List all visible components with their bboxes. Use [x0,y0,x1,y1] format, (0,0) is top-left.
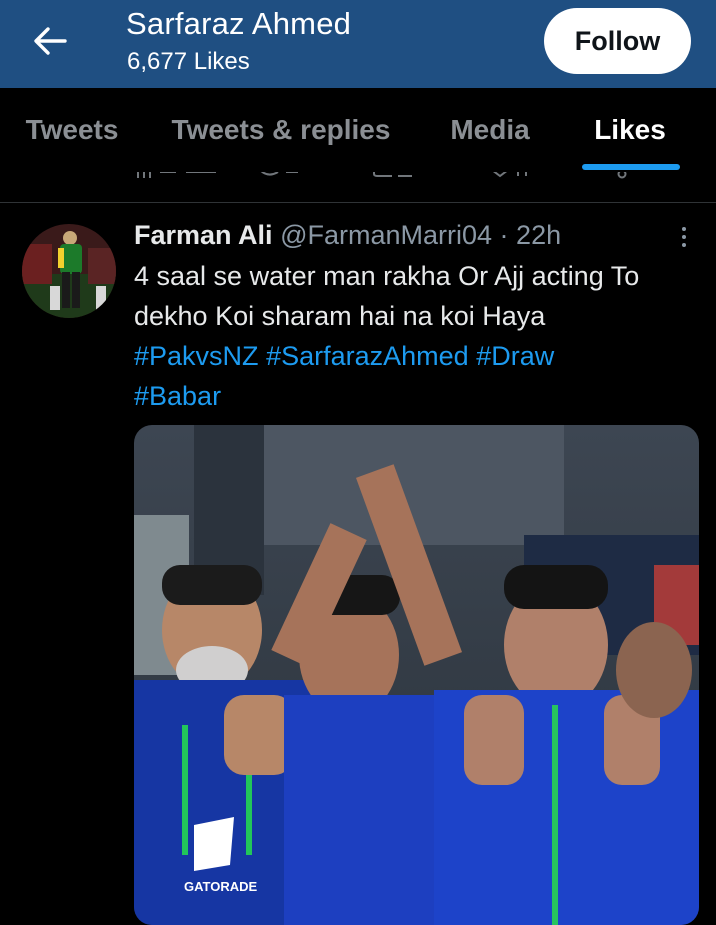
reply-icon [260,172,298,176]
retweet-icon [373,172,412,177]
hashtag-line: #PakvsNZ #SarfarazAhmed #Draw [134,336,704,376]
author-handle[interactable]: @FarmanMarri04 [280,220,492,250]
tab-tweets-and-replies[interactable]: Tweets & replies [162,88,400,172]
back-button[interactable] [28,22,72,60]
tab-likes[interactable]: Likes [590,88,670,172]
profile-name: Sarfaraz Ahmed [126,6,352,41]
author-name[interactable]: Farman Ali [134,220,273,250]
more-vertical-icon[interactable] [672,222,696,252]
tweet-photo[interactable]: GATORADE [134,425,699,925]
tweet-text-line: 4 saal se water man rakha Or Ajj acting … [134,261,640,291]
hashtag-sarfarazahmed[interactable]: #SarfarazAhmed [266,341,469,371]
profile-header: Sarfaraz Ahmed 6,677 Likes Follow [0,0,716,88]
active-tab-indicator [582,164,680,170]
gatorade-logo-text: GATORADE [184,879,258,894]
likes-count: 6,677 Likes [127,48,250,75]
header-separator: · [499,220,509,250]
profile-tabs: Tweets Tweets & replies Media Likes [0,88,716,172]
photo-illustration: GATORADE [134,425,699,925]
tweet-divider [0,202,716,203]
like-icon [493,172,527,178]
author-avatar[interactable] [22,224,116,318]
tweet-header: Farman Ali @FarmanMarri04 · 22h [134,220,561,251]
arrow-left-icon [34,27,67,55]
tab-tweets[interactable]: Tweets [20,88,124,172]
tweet-text: 4 saal se water man rakha Or Ajj acting … [134,256,704,416]
tweet-time[interactable]: 22h [516,220,561,250]
hashtag-draw[interactable]: #Draw [476,341,554,371]
stats-icon [137,172,216,178]
hashtag-line: #Babar [134,376,704,416]
previous-tweet-actions [0,172,716,184]
follow-button[interactable]: Follow [544,8,691,74]
hashtag-pakvsnz[interactable]: #PakvsNZ [134,341,259,371]
tab-media[interactable]: Media [444,88,536,172]
tweet-text-line: dekho Koi sharam hai na koi Haya [134,301,546,331]
hashtag-babar[interactable]: #Babar [134,381,221,411]
share-icon [617,172,627,179]
